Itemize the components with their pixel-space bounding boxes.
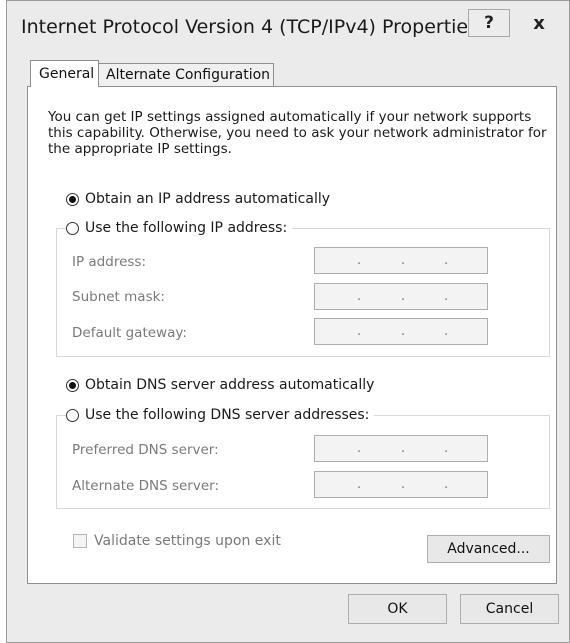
tab-general[interactable]: General [30, 60, 99, 87]
tab-alternate-configuration[interactable]: Alternate Configuration [99, 63, 274, 87]
radio-unselected-icon [66, 408, 79, 422]
close-icon: x [533, 12, 545, 34]
properties-dialog: Internet Protocol Version 4 (TCP/IPv4) P… [6, 0, 570, 643]
general-tab-panel: You can get IP settings assigned automat… [27, 86, 557, 584]
help-button[interactable]: ? [468, 9, 510, 37]
dns-manual-label: Use the following DNS server addresses: [85, 407, 370, 423]
checkbox-unchecked-icon [73, 534, 87, 548]
dns-auto-radio[interactable]: Obtain DNS server address automatically [66, 377, 380, 393]
default-gateway-label: Default gateway: [72, 325, 187, 341]
advanced-button[interactable]: Advanced... [427, 535, 550, 563]
validate-settings-label: Validate settings upon exit [94, 533, 281, 549]
ok-button[interactable]: OK [348, 594, 447, 624]
ip-auto-radio[interactable]: Obtain an IP address automatically [66, 191, 336, 207]
ip-manual-radio[interactable]: Use the following IP address: [66, 220, 293, 236]
default-gateway-input[interactable]: . . . [314, 318, 488, 345]
question-mark-icon: ? [484, 13, 494, 33]
ip-auto-label: Obtain an IP address automatically [85, 191, 331, 207]
radio-unselected-icon [66, 221, 79, 235]
alternate-dns-input[interactable]: . . . [314, 471, 488, 498]
ip-address-input[interactable]: . . . [314, 247, 488, 274]
dns-manual-radio[interactable]: Use the following DNS server addresses: [66, 407, 375, 423]
radio-selected-icon [66, 378, 79, 392]
alternate-dns-label: Alternate DNS server: [72, 478, 220, 494]
ip-address-label: IP address: [72, 254, 146, 270]
intro-text: You can get IP settings assigned automat… [48, 109, 547, 157]
preferred-dns-label: Preferred DNS server: [72, 442, 219, 458]
ip-manual-label: Use the following IP address: [85, 220, 288, 236]
validate-settings-checkbox[interactable]: Validate settings upon exit [73, 533, 281, 549]
subnet-mask-label: Subnet mask: [72, 289, 165, 305]
dns-auto-label: Obtain DNS server address automatically [85, 377, 375, 393]
cancel-button[interactable]: Cancel [460, 594, 559, 624]
radio-selected-icon [66, 192, 79, 206]
title-bar: Internet Protocol Version 4 (TCP/IPv4) P… [7, 1, 569, 47]
close-button[interactable]: x [514, 9, 564, 37]
dialog-title: Internet Protocol Version 4 (TCP/IPv4) P… [21, 16, 479, 38]
subnet-mask-input[interactable]: . . . [314, 283, 488, 310]
preferred-dns-input[interactable]: . . . [314, 435, 488, 462]
